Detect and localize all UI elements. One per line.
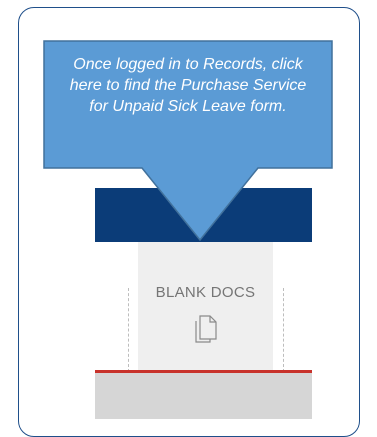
- nav-divider-right: [283, 288, 284, 372]
- content-strip: [95, 373, 312, 419]
- blank-docs-label: BLANK DOCS: [155, 284, 256, 301]
- callout-text: Once logged in to Records, click here to…: [69, 56, 307, 115]
- documents-icon: [195, 315, 217, 343]
- nav-divider-left: [128, 288, 129, 372]
- blank-docs-button[interactable]: BLANK DOCS: [138, 242, 273, 372]
- callout-arrow: [43, 40, 333, 242]
